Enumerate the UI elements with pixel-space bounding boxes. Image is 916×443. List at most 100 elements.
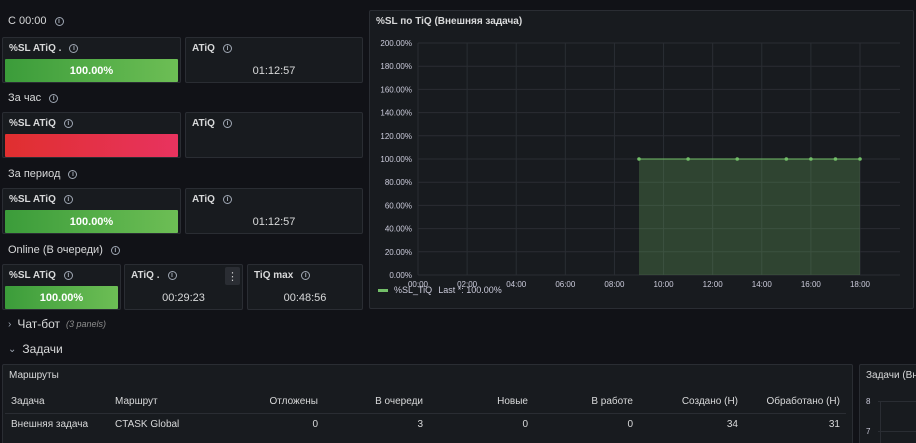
y-tick-label: 8	[866, 397, 871, 406]
y-tick-label: 7	[866, 427, 871, 436]
stat-panel-sl-atiq-midnight[interactable]: %SL ATiQ . i 100.00%	[2, 37, 181, 83]
table-cell: 0	[219, 412, 324, 435]
y-tick-label: 100.00%	[380, 155, 412, 164]
table-row[interactable]: Внешняя задача CTASK Global 0 3 0 0 34 3…	[5, 412, 846, 435]
chart-panel-sl-tiq[interactable]: %SL по TiQ (Внешняя задача) 200.00% 180.0…	[369, 10, 914, 309]
table-cell: 0	[429, 412, 534, 435]
table-cell: Внешняя задача	[5, 412, 109, 435]
routes-panel-title: Маршруты	[9, 370, 59, 381]
series-point	[686, 157, 690, 161]
table-cell: CTASK Global	[109, 412, 219, 435]
stat-panel-sl-atiq-online[interactable]: %SL ATiQ i 100.00%	[2, 264, 121, 310]
info-icon[interactable]: i	[49, 93, 59, 103]
panel-title: ATiQ .	[131, 270, 160, 281]
row-title-per-period: За период i	[8, 168, 78, 180]
y-tick-label: 140.00%	[380, 109, 412, 118]
y-tick-label: 20.00%	[385, 248, 412, 257]
x-tick-label: 10:00	[654, 280, 675, 289]
y-tick-label: 0.00%	[389, 271, 412, 280]
info-icon[interactable]: i	[63, 271, 73, 280]
series-point	[735, 157, 740, 161]
info-icon[interactable]: i	[63, 119, 73, 128]
gridline	[880, 401, 881, 443]
y-tick-label: 160.00%	[380, 85, 412, 94]
column-header[interactable]: Обработано (Н)	[744, 391, 846, 413]
column-header[interactable]: Новые	[429, 391, 534, 413]
y-tick-label: 180.00%	[380, 62, 412, 71]
panel-title: ATiQ	[192, 43, 215, 54]
panel-title: TiQ max	[254, 270, 294, 281]
panel-title: %SL ATiQ .	[9, 43, 62, 54]
info-icon[interactable]: i	[69, 44, 79, 53]
routes-table: Задача Маршрут Отложены В очереди Новые …	[5, 391, 846, 435]
series-point	[637, 157, 641, 161]
stat-panel-tiq-max[interactable]: TiQ max i 00:48:56	[247, 264, 363, 310]
y-tick-label: 200.00%	[380, 39, 412, 48]
chevron-down-icon: ⌄	[8, 343, 17, 355]
x-tick-label: 14:00	[752, 280, 773, 289]
info-icon[interactable]: i	[54, 16, 64, 26]
column-header[interactable]: Задача	[5, 391, 109, 413]
table-cell: 3	[324, 412, 429, 435]
table-cell: 0	[534, 412, 639, 435]
panel-title: %SL ATiQ	[9, 118, 56, 129]
series-point	[784, 157, 789, 161]
x-tick-label: 06:00	[555, 280, 576, 289]
section-tasks[interactable]: ⌄ Задачи	[0, 339, 916, 359]
info-icon[interactable]: i	[222, 195, 232, 204]
y-tick-label: 60.00%	[385, 201, 412, 210]
section-chatbot[interactable]: › Чат-бот (3 panels)	[0, 314, 916, 334]
column-header[interactable]: Отложены	[219, 391, 324, 413]
info-icon[interactable]: i	[167, 271, 177, 280]
tasks-chart-panel[interactable]: Задачи (Вне 8 7	[859, 364, 916, 443]
stat-panel-sl-atiq-period[interactable]: %SL ATiQ i 100.00%	[2, 188, 181, 234]
stat-value: 01:12:57	[252, 65, 296, 77]
chart-title: %SL по TiQ (Внешняя задача)	[376, 16, 523, 27]
y-tick-label: 80.00%	[385, 178, 412, 187]
chart-legend[interactable]: %SL_TiQ Last *: 100.00%	[378, 285, 502, 295]
sl-tiq-chart[interactable]: 200.00% 180.00% 160.00% 140.00% 120.00% 100.0…	[370, 33, 915, 308]
table-cell: 31	[744, 412, 846, 435]
column-header[interactable]: Создано (Н)	[639, 391, 744, 413]
info-icon[interactable]: i	[110, 245, 120, 255]
row-title-since-midnight: С 00:00 i	[8, 15, 64, 27]
stat-panel-sl-atiq-hour[interactable]: %SL ATiQ i	[2, 112, 181, 158]
stat-value: 00:29:23	[162, 292, 205, 304]
stat-panel-atiq-hour[interactable]: ATiQ i	[185, 112, 363, 158]
column-header[interactable]: В очереди	[324, 391, 429, 413]
routes-panel[interactable]: Маршруты Задача Маршрут Отложены В очере…	[2, 364, 853, 443]
stat-value-bar: 100.00%	[5, 210, 178, 233]
panel-title: ATiQ	[192, 194, 215, 205]
y-tick-label: 120.00%	[380, 132, 412, 141]
gridline	[878, 431, 916, 432]
gridline	[878, 401, 916, 402]
panel-title: ATiQ	[192, 118, 215, 129]
stat-panel-atiq-online[interactable]: ATiQ . i ⋮ 00:29:23	[124, 264, 243, 310]
info-icon[interactable]: i	[68, 169, 78, 179]
panel-title: %SL ATiQ	[9, 194, 56, 205]
row-title-per-hour: За час i	[8, 92, 59, 104]
legend-series-name: %SL_TiQ	[394, 285, 433, 295]
info-icon[interactable]: i	[301, 271, 311, 280]
x-tick-label: 04:00	[506, 280, 527, 289]
table-header-row: Задача Маршрут Отложены В очереди Новые …	[5, 391, 846, 413]
series-point	[833, 157, 838, 161]
column-header[interactable]: В работе	[534, 391, 639, 413]
x-tick-label: 08:00	[604, 280, 625, 289]
series-area	[639, 159, 860, 275]
x-tick-label: 18:00	[850, 280, 871, 289]
series-point	[858, 157, 862, 161]
stat-value: 00:48:56	[283, 292, 327, 304]
stat-value-bar: 100.00%	[5, 286, 118, 309]
row-title-online: Online (В очереди) i	[8, 244, 120, 256]
info-icon[interactable]: i	[222, 119, 232, 128]
info-icon[interactable]: i	[63, 195, 73, 204]
column-header[interactable]: Маршрут	[109, 391, 219, 413]
table-cell: 34	[639, 412, 744, 435]
legend-last-value: Last *: 100.00%	[438, 285, 502, 295]
info-icon[interactable]: i	[222, 44, 232, 53]
stat-panel-atiq-midnight[interactable]: ATiQ i 01:12:57	[185, 37, 363, 83]
stat-panel-atiq-period[interactable]: ATiQ i 01:12:57	[185, 188, 363, 234]
stat-value: 01:12:57	[252, 216, 296, 228]
panel-menu-icon[interactable]: ⋮	[225, 267, 240, 285]
